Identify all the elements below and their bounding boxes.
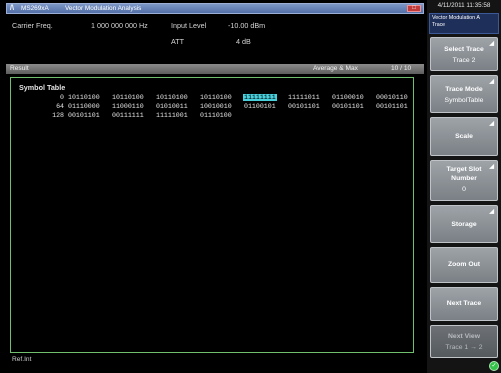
menu-subtitle: Trace bbox=[432, 22, 446, 28]
result-bar: Result Average & Max 10 / 10 bbox=[6, 64, 424, 74]
symbol-cell: 10110100 bbox=[156, 94, 188, 101]
softkey-value: SymbolTable bbox=[444, 97, 484, 104]
symbol-cell: 11000110 bbox=[112, 103, 144, 110]
input-level-label: Input Level bbox=[171, 21, 207, 30]
corner-check-icon[interactable]: ✓ bbox=[489, 361, 499, 371]
softkey-value: Trace 1 → 2 bbox=[445, 344, 483, 351]
softkey-next-trace[interactable]: Next Trace bbox=[430, 287, 498, 321]
symbol-cell: 01110000 bbox=[68, 103, 100, 110]
softkey-value: 0 bbox=[462, 186, 466, 193]
title-bar: /\ MS269xA Vector Modulation Analysis □ bbox=[6, 3, 424, 14]
carrier-freq-label: Carrier Freq. bbox=[12, 21, 53, 30]
app-title: Vector Modulation Analysis bbox=[65, 5, 142, 12]
symbol-cell: 01100101 bbox=[244, 103, 276, 110]
symbol-cell: 00101101 bbox=[288, 103, 320, 110]
symbol-table-title: Symbol Table bbox=[19, 83, 66, 92]
input-level-value: -10.00 dBm bbox=[228, 21, 266, 30]
symbol-cell: 10010010 bbox=[200, 103, 232, 110]
symbol-cell: 00101101 bbox=[376, 103, 408, 110]
symbol-cell: 10110100 bbox=[68, 94, 100, 101]
softkey-storage[interactable]: ◢ Storage bbox=[430, 205, 498, 243]
softkey-label: Next Trace bbox=[446, 300, 482, 307]
symbol-cell: 01100010 bbox=[332, 94, 364, 101]
softkey-label: Next View bbox=[448, 333, 480, 340]
symbol-cell: 11111011 bbox=[288, 94, 320, 101]
menu-title: Vector Modulation bbox=[432, 15, 476, 21]
result-label: Result bbox=[10, 65, 29, 72]
submenu-arrow-icon: ◢ bbox=[489, 121, 494, 127]
model-label: MS269xA bbox=[21, 5, 49, 12]
softkey-value: Trace 2 bbox=[452, 57, 476, 64]
symbol-cell: 10110100 bbox=[200, 94, 232, 101]
parameter-area: Carrier Freq. 1 000 000 000 Hz Input Lev… bbox=[6, 15, 424, 65]
submenu-arrow-icon: ◢ bbox=[489, 209, 494, 215]
softkey-panel: 4/11/2011 11:35:58 Vector Modulation A T… bbox=[427, 0, 501, 373]
symbol-cell: 11111001 bbox=[156, 112, 188, 119]
symbol-cursor-cell: 11111111 bbox=[243, 94, 277, 101]
symbol-cell: 00101101 bbox=[68, 112, 100, 119]
menu-tag: A bbox=[476, 15, 480, 21]
softkey-zoom-out[interactable]: Zoom Out bbox=[430, 247, 498, 283]
softkey-label: Scale bbox=[455, 133, 473, 140]
softkey-label: Select Trace bbox=[444, 46, 484, 53]
softkey-select-trace[interactable]: ◢ Select Trace Trace 2 bbox=[430, 37, 498, 71]
symbol-row-index: 128 bbox=[52, 112, 64, 119]
submenu-arrow-icon: ◢ bbox=[489, 79, 494, 85]
anritsu-logo-icon: /\ bbox=[10, 5, 14, 12]
softkey-label: Zoom Out bbox=[447, 261, 481, 268]
analyzer-screen: /\ MS269xA Vector Modulation Analysis □ … bbox=[0, 0, 501, 373]
symbol-cell: 01110100 bbox=[200, 112, 232, 119]
carrier-freq-value: 1 000 000 000 Hz bbox=[91, 21, 148, 30]
storage-mode-label: Average & Max bbox=[313, 65, 358, 72]
softkey-label: Storage bbox=[451, 221, 477, 228]
softkey-scale[interactable]: ◢ Scale bbox=[430, 117, 498, 156]
att-value: 4 dB bbox=[236, 37, 251, 46]
softkey-next-view[interactable]: Next View Trace 1 → 2 bbox=[430, 325, 498, 358]
symbol-cell: 01010011 bbox=[156, 103, 188, 110]
window-restore-button[interactable]: □ bbox=[407, 5, 421, 12]
datetime-display: 4/11/2011 11:35:58 bbox=[437, 2, 491, 9]
symbol-cell: 10110100 bbox=[112, 94, 144, 101]
symbol-row-index: 0 bbox=[60, 94, 64, 101]
softkey-label-line2: Number bbox=[451, 175, 477, 182]
reference-status: Ref.Int bbox=[12, 356, 32, 363]
softkey-label: Trace Mode bbox=[445, 86, 483, 93]
symbol-cell: 00111111 bbox=[112, 112, 144, 119]
softkey-target-slot-number[interactable]: ◢ Target Slot Number 0 bbox=[430, 160, 498, 201]
softkey-label: Target Slot bbox=[446, 166, 482, 173]
symbol-cell: 00101101 bbox=[332, 103, 364, 110]
symbol-row-index: 64 bbox=[56, 103, 64, 110]
menu-header: Vector Modulation A Trace bbox=[429, 13, 499, 34]
symbol-table-panel: Symbol Table 0 10110100 10110100 10110100 10… bbox=[10, 77, 414, 353]
symbol-cell: 00010110 bbox=[376, 94, 408, 101]
average-count: 10 / 10 bbox=[391, 65, 412, 72]
att-label: ATT bbox=[171, 37, 185, 46]
softkey-trace-mode[interactable]: ◢ Trace Mode SymbolTable bbox=[430, 75, 498, 113]
